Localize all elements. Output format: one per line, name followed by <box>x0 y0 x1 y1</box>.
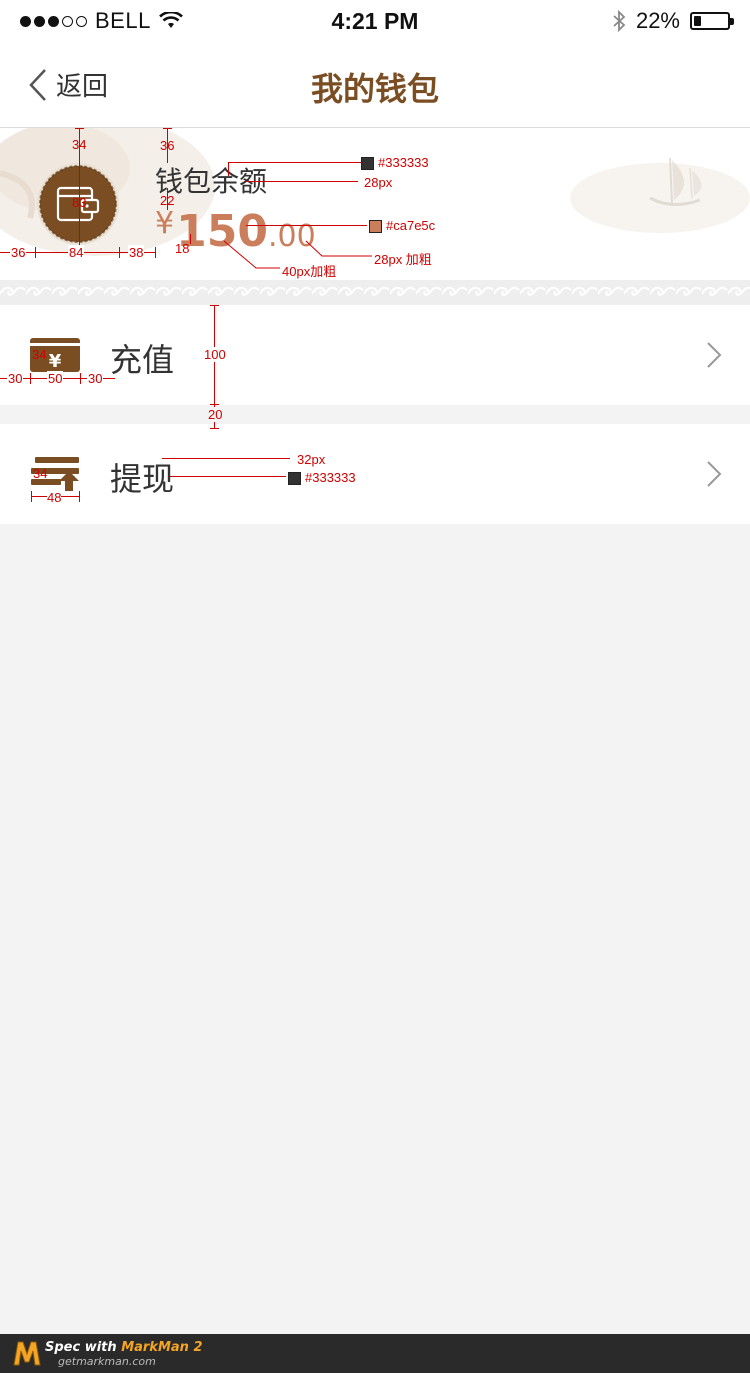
measure-label: 20 <box>208 407 223 422</box>
back-button[interactable]: 返回 <box>28 66 108 103</box>
markman-footer: Spec with MarkMan 2 getmarkman.com <box>0 1334 750 1373</box>
wallet-icon <box>37 163 119 245</box>
chevron-right-icon <box>706 341 722 373</box>
recharge-label: 充值 <box>110 341 175 379</box>
wallet-avatar <box>36 162 120 250</box>
balance-amount: ¥150.00 <box>155 206 316 257</box>
recharge-cell[interactable]: ¥ 充值 <box>0 305 750 405</box>
cloud-pattern-border <box>0 280 750 306</box>
markman-logo-icon <box>12 1338 42 1372</box>
navigation-bar: 我的钱包 返回 <box>0 42 750 128</box>
withdraw-icon <box>31 457 79 495</box>
status-right-group: 22% <box>612 8 734 34</box>
battery-icon <box>690 12 734 30</box>
recharge-card-icon: ¥ <box>30 338 80 376</box>
battery-percent: 22% <box>635 8 680 33</box>
chevron-right-icon <box>706 460 722 492</box>
markman-line2: getmarkman.com <box>58 1355 156 1368</box>
currency-symbol: ¥ <box>155 206 175 241</box>
chevron-left-icon <box>29 68 46 101</box>
markman-line1: Spec with MarkMan 2 <box>45 1340 203 1355</box>
balance-integer: 150 <box>176 206 268 257</box>
balance-decimal: .00 <box>267 219 316 254</box>
svg-text:¥: ¥ <box>49 351 62 372</box>
back-label: 返回 <box>56 72 109 102</box>
withdraw-label: 提现 <box>110 460 175 498</box>
withdraw-cell[interactable]: 提现 <box>0 424 750 524</box>
page-title: 我的钱包 <box>310 70 439 108</box>
balance-label: 钱包余额 <box>155 165 268 198</box>
bluetooth-icon <box>613 9 626 33</box>
wave-divider <box>0 280 750 306</box>
balance-header <box>0 128 750 305</box>
status-bar: BELL 4:21 PM 22% <box>0 0 750 42</box>
battery-level <box>694 16 701 26</box>
